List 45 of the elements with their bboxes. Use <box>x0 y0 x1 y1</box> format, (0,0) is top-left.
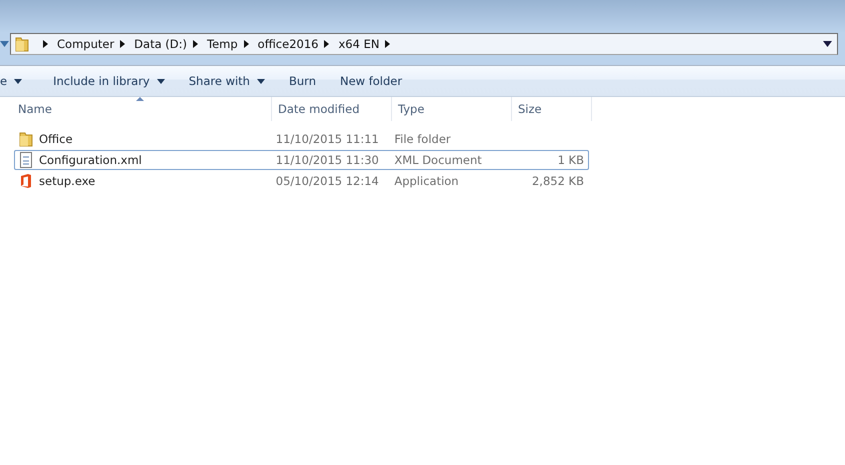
file-size: 2,852 KB <box>532 174 584 188</box>
dropdown-icon[interactable] <box>823 41 832 47</box>
chevron-icon[interactable] <box>324 40 330 48</box>
toolbar-button[interactable]: Include in library <box>45 69 173 93</box>
toolbar-button[interactable]: New folder <box>332 69 410 93</box>
file-type: Application <box>394 174 459 188</box>
toolbar-button[interactable]: Burn <box>280 69 324 93</box>
file-name: setup.exe <box>39 174 96 188</box>
breadcrumb[interactable]: Data (D:) <box>134 37 187 51</box>
file-name: Configuration.xml <box>39 153 142 167</box>
column-header[interactable]: Type <box>392 97 512 121</box>
file-row[interactable]: Configuration.xml 11/10/2015 11:30 XML Document 1 KB <box>14 150 589 170</box>
breadcrumb[interactable]: Temp <box>207 37 238 51</box>
office-icon <box>19 173 33 189</box>
file-size: 1 KB <box>558 153 584 167</box>
folder-icon <box>15 36 29 52</box>
column-header[interactable]: Date modified <box>272 97 392 121</box>
document-icon <box>19 152 33 168</box>
date-modified: 11/10/2015 11:30 <box>276 153 379 167</box>
toolbar-button[interactable]: Share with <box>180 69 273 93</box>
chevron-icon[interactable] <box>244 40 249 48</box>
breadcrumb[interactable]: Computer <box>57 37 114 51</box>
file-row[interactable]: Office 11/10/2015 11:11 File folder <box>14 129 589 149</box>
breadcrumb[interactable]: x64 EN <box>338 37 380 51</box>
file-row[interactable]: setup.exe 05/10/2015 12:14 Application 2,852 KB <box>14 171 589 191</box>
address-bar[interactable]: Computer Data (D:) Temp office2016 x64 EN <box>10 33 838 55</box>
chevron-icon[interactable] <box>120 40 126 48</box>
caret-icon <box>256 78 265 84</box>
date-modified: 05/10/2015 12:14 <box>276 174 379 188</box>
breadcrumb[interactable]: office2016 <box>258 37 318 51</box>
file-type: File folder <box>394 132 451 146</box>
folder-icon <box>19 131 33 147</box>
caret-icon[interactable] <box>0 41 9 47</box>
file-type: XML Document <box>394 153 482 167</box>
file-name: Office <box>39 132 73 146</box>
caret-icon <box>156 78 165 84</box>
sort-arrow-icon <box>136 97 144 101</box>
toolbar-button[interactable]: e <box>0 69 30 93</box>
column-header[interactable]: Name <box>12 97 272 121</box>
chevron-icon[interactable] <box>385 40 390 48</box>
column-header[interactable]: Size <box>512 97 592 121</box>
chevron-icon[interactable] <box>43 40 48 48</box>
caret-icon <box>14 78 22 84</box>
chevron-icon[interactable] <box>193 40 198 48</box>
date-modified: 11/10/2015 11:11 <box>276 132 379 146</box>
